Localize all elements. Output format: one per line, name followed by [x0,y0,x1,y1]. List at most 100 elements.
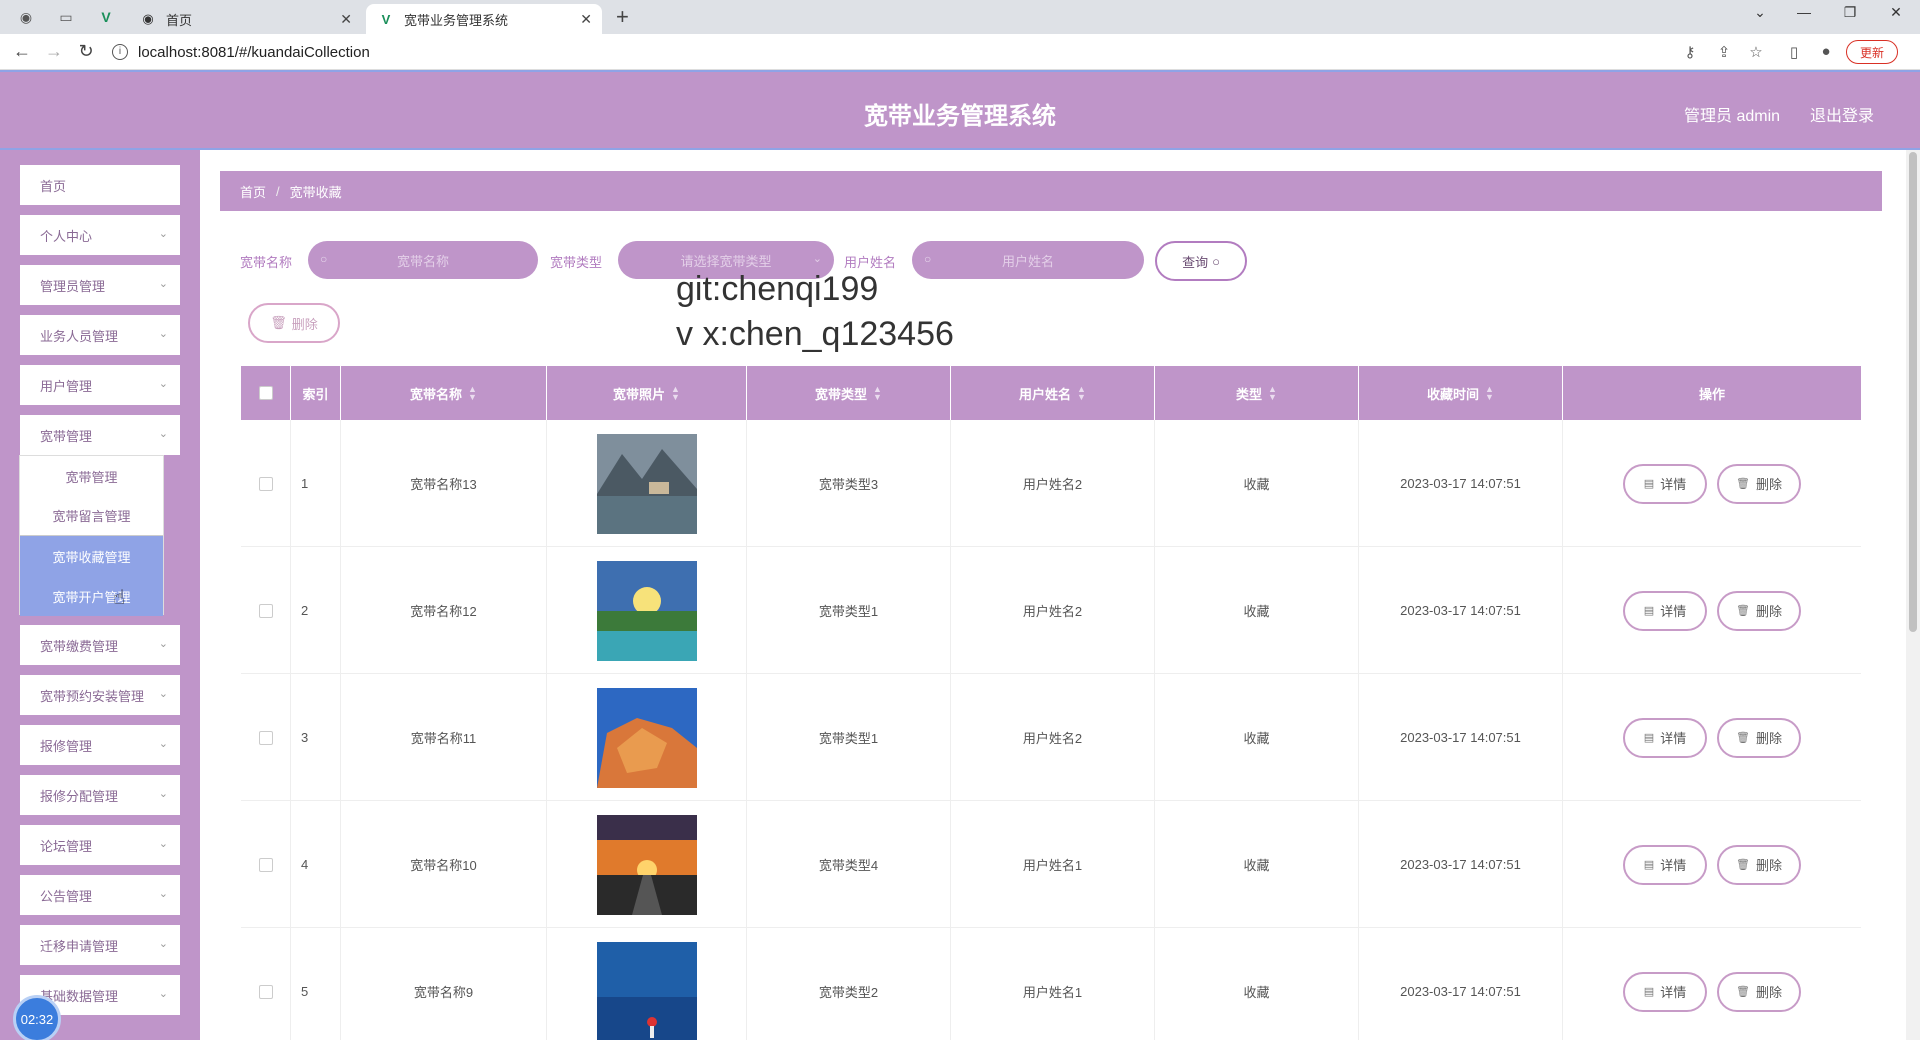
url-field[interactable]: i localhost:8081/#/kuandaiCollection [112,39,1892,65]
row-checkbox[interactable] [258,857,273,872]
breadcrumb-separator: / [276,183,280,199]
sidebar-item-notices[interactable]: 公告管理 ⌄ [20,875,180,915]
submenu-item-collection[interactable]: 宽带收藏管理 [20,536,163,576]
new-tab-icon[interactable]: + [616,4,629,30]
detail-button[interactable]: ▤ 详情 [1623,844,1707,885]
pinned-tab-icon[interactable]: ◉ [14,6,38,28]
detail-button[interactable]: ▤ 详情 [1623,971,1707,1012]
detail-button[interactable]: ▤ 详情 [1623,717,1707,758]
sidebar-item-payments[interactable]: 宽带缴费管理 ⌄ [20,625,180,665]
breadcrumb-home[interactable]: 首页 [240,182,266,201]
sidebar-item-staff[interactable]: 业务人员管理 ⌄ [20,315,180,355]
sidebar-item-broadband[interactable]: 宽带管理 ⌄ [20,415,180,455]
key-icon[interactable]: ⚷ [1680,43,1700,61]
back-icon[interactable]: ← [10,41,34,62]
cell-type: 宽带类型3 [747,420,951,547]
sidebar-item-repair-assign[interactable]: 报修分配管理 ⌄ [20,775,180,815]
column-header-type[interactable]: 宽带类型 ▲ ▼ [747,366,951,420]
vue-tab-icon[interactable]: V [94,6,118,28]
sidebar-item-migration[interactable]: 迁移申请管理 ⌄ [20,925,180,965]
page-scrollbar[interactable] [1906,150,1920,1040]
row-checkbox[interactable] [258,984,273,999]
broadband-photo[interactable] [596,814,697,915]
site-info-icon[interactable]: i [112,44,128,60]
tab-home[interactable]: ◉ 首页 ✕ [128,4,362,34]
delete-button[interactable]: 🗑 删除 [1717,971,1801,1012]
sidebar-item-profile[interactable]: 个人中心 ⌄ [20,215,180,255]
query-button[interactable]: 查询 ○ [1155,241,1247,281]
close-icon[interactable]: ✕ [340,11,352,28]
breadcrumb: 首页 / 宽带收藏 [220,171,1882,211]
sort-icon[interactable]: ▲ ▼ [873,385,882,402]
row-checkbox[interactable] [258,603,273,618]
cell-actions: ▤ 详情 🗑 删除 [1563,420,1861,547]
delete-button[interactable]: 🗑 删除 [1717,590,1801,631]
column-header-label: 用户姓名 [1019,386,1072,402]
column-header-name[interactable]: 宽带名称 ▲ ▼ [341,366,547,420]
window-close-icon[interactable]: ✕ [1876,4,1916,21]
broadband-photo[interactable] [596,433,697,534]
table-row: 4 宽带名称10 宽带类型4 用户姓名1 收藏 2023-03-17 14:07… [241,801,1861,928]
sort-icon[interactable]: ▲ ▼ [671,385,680,402]
detail-button[interactable]: ▤ 详情 [1623,463,1707,504]
logout-link[interactable]: 退出登录 [1810,102,1874,126]
share-icon[interactable]: ⇪ [1714,43,1734,61]
select-all-checkbox[interactable] [258,386,273,400]
sort-icon[interactable]: ▲ ▼ [1077,385,1086,402]
sidebar-item-forum[interactable]: 论坛管理 ⌄ [20,825,180,865]
broadband-photo[interactable] [596,941,697,1040]
column-header-user[interactable]: 用户姓名 ▲ ▼ [951,366,1155,420]
side-panel-icon[interactable]: ▯ [1784,43,1804,61]
sort-icon[interactable]: ▲ ▼ [1485,385,1494,402]
row-checkbox[interactable] [258,730,273,745]
cell-photo [547,420,747,547]
sidebar-item-repairs[interactable]: 报修管理 ⌄ [20,725,180,765]
tab-search-chevron-icon[interactable]: ⌄ [1740,4,1780,21]
search-name-label: 宽带名称 [240,255,293,270]
search-icon: ○ [320,252,328,266]
sidebar-item-home[interactable]: 首页 [20,165,180,205]
chevron-down-icon: ⌄ [158,688,168,700]
breadcrumb-current: 宽带收藏 [289,184,342,200]
tab-system[interactable]: V 宽带业务管理系统 ✕ [366,4,602,34]
search-name-input[interactable]: ○ 宽带名称 [308,241,538,279]
broadband-photo[interactable] [596,560,697,661]
broadband-photo[interactable] [596,687,697,788]
minimize-icon[interactable]: — [1784,4,1824,20]
forward-icon[interactable]: → [42,41,66,62]
sidebar-item-users[interactable]: 用户管理 ⌄ [20,365,180,405]
detail-button[interactable]: ▤ 详情 [1623,590,1707,631]
update-button[interactable]: 更新 [1846,40,1898,64]
sidebar-item-admins[interactable]: 管理员管理 ⌄ [20,265,180,305]
cell-user: 用户姓名1 [951,928,1155,1040]
delete-button[interactable]: 🗑 删除 [1717,463,1801,504]
pinned-tab-blank-icon[interactable]: ▭ [54,6,78,28]
column-header-index: 索引 [291,366,341,420]
search-user-input[interactable]: ○ 用户姓名 [912,241,1144,279]
sort-icon[interactable]: ▲ ▼ [1268,385,1277,402]
restore-icon[interactable]: ❐ [1830,4,1870,21]
search-type-label: 宽带类型 [550,255,603,270]
delete-button[interactable]: 🗑 删除 [1717,844,1801,885]
scrollbar-thumb[interactable] [1909,152,1917,632]
column-header-time[interactable]: 收藏时间 ▲ ▼ [1359,366,1563,420]
table-header: 索引 宽带名称 ▲ ▼ 宽带照片 ▲ ▼ 宽带类型 ▲ ▼ 用户姓名 ▲ ▼ 类型 ▲ ▼ 收藏时间… [241,366,1861,420]
submenu-item-broadband[interactable]: 宽带管理 [20,456,163,496]
sidebar-item-label: 迁移申请管理 [40,938,119,954]
sidebar-item-label: 宽带预约安装管理 [40,688,145,704]
sort-icon[interactable]: ▲ ▼ [468,385,477,402]
profile-icon[interactable]: ● [1816,43,1836,60]
close-icon[interactable]: ✕ [580,11,592,28]
row-checkbox[interactable] [258,476,273,491]
batch-delete-button[interactable]: 🗑 删除 [248,303,340,343]
cell-time: 2023-03-17 14:07:51 [1359,547,1563,674]
column-header-photo[interactable]: 宽带照片 ▲ ▼ [547,366,747,420]
delete-button[interactable]: 🗑 删除 [1717,717,1801,758]
submenu-item-account-opening[interactable]: 宽带开户管理 [20,576,163,616]
submenu-item-messages[interactable]: 宽带留言管理 [20,496,163,536]
reload-icon[interactable]: ↻ [74,41,98,62]
star-icon[interactable]: ☆ [1746,43,1766,61]
column-header-kind[interactable]: 类型 ▲ ▼ [1155,366,1359,420]
sidebar-item-installation[interactable]: 宽带预约安装管理 ⌄ [20,675,180,715]
cell-type: 宽带类型2 [747,928,951,1040]
